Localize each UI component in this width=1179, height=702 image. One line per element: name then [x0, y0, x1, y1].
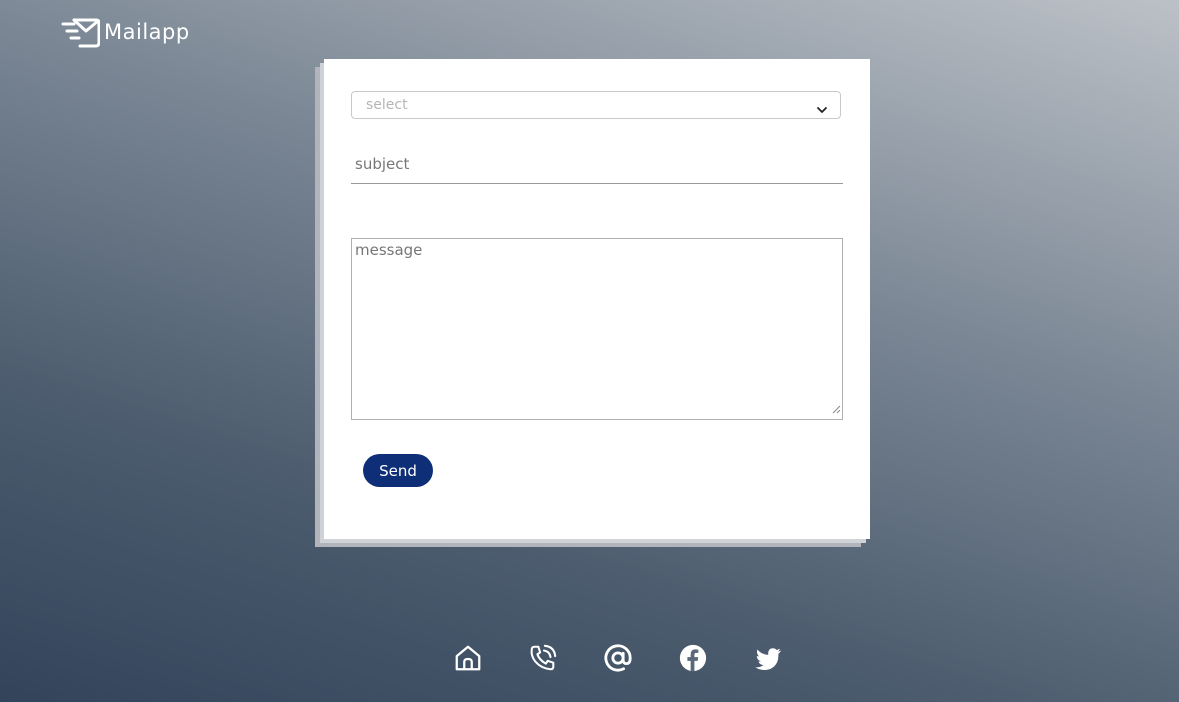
facebook-icon[interactable]: [678, 642, 708, 674]
send-button[interactable]: Send: [363, 454, 433, 487]
subject-field[interactable]: subject: [351, 145, 843, 184]
subject-placeholder: subject: [355, 155, 410, 173]
message-placeholder: message: [355, 241, 423, 259]
home-icon[interactable]: [453, 642, 483, 674]
resize-handle-icon[interactable]: [832, 399, 841, 418]
logo[interactable]: Mailapp: [60, 16, 190, 48]
twitter-icon[interactable]: [753, 642, 783, 674]
chevron-down-icon: [816, 100, 828, 119]
logo-text: Mailapp: [104, 20, 190, 44]
compose-card: select subject message Send: [324, 59, 870, 539]
footer-social-links: [453, 642, 783, 674]
select-value: select: [366, 97, 408, 113]
recipient-select[interactable]: select: [351, 91, 841, 119]
at-icon[interactable]: [603, 642, 633, 674]
phone-icon[interactable]: [528, 642, 558, 674]
mail-icon: [60, 16, 100, 48]
message-textarea[interactable]: message: [351, 238, 843, 420]
